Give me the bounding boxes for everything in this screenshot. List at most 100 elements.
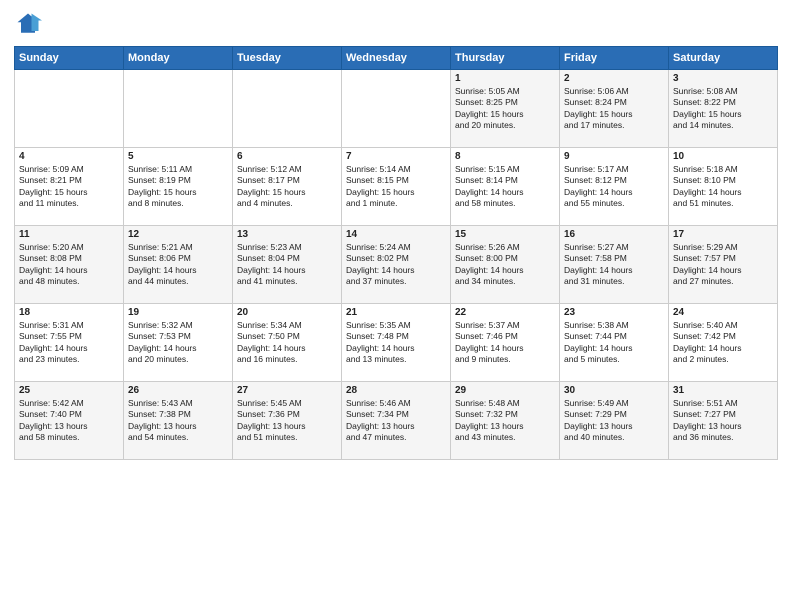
week-row-1: 1 Sunrise: 5:05 AM Sunset: 8:25 PM Daylig… [15,70,778,148]
day-number: 18 [19,307,119,318]
day-number: 4 [19,151,119,162]
day-info: Sunrise: 5:11 AM Sunset: 8:19 PM Dayligh… [128,164,228,210]
day-info: Sunrise: 5:51 AM Sunset: 7:27 PM Dayligh… [673,398,773,444]
day-info: Sunrise: 5:26 AM Sunset: 8:00 PM Dayligh… [455,242,555,288]
day-number: 15 [455,229,555,240]
day-number: 17 [673,229,773,240]
day-cell: 8 Sunrise: 5:15 AM Sunset: 8:14 PM Daylig… [451,148,560,226]
day-info: Sunrise: 5:06 AM Sunset: 8:24 PM Dayligh… [564,86,664,132]
day-info: Sunrise: 5:27 AM Sunset: 7:58 PM Dayligh… [564,242,664,288]
week-row-5: 25 Sunrise: 5:42 AM Sunset: 7:40 PM Dayli… [15,382,778,460]
day-info: Sunrise: 5:35 AM Sunset: 7:48 PM Dayligh… [346,320,446,366]
day-number: 16 [564,229,664,240]
day-info: Sunrise: 5:29 AM Sunset: 7:57 PM Dayligh… [673,242,773,288]
day-cell: 1 Sunrise: 5:05 AM Sunset: 8:25 PM Daylig… [451,70,560,148]
day-number: 11 [19,229,119,240]
day-number: 10 [673,151,773,162]
day-number: 2 [564,73,664,84]
day-number: 3 [673,73,773,84]
day-info: Sunrise: 5:05 AM Sunset: 8:25 PM Dayligh… [455,86,555,132]
day-number: 30 [564,385,664,396]
day-cell: 25 Sunrise: 5:42 AM Sunset: 7:40 PM Dayli… [15,382,124,460]
col-header-saturday: Saturday [669,47,778,70]
day-number: 20 [237,307,337,318]
day-number: 9 [564,151,664,162]
week-row-3: 11 Sunrise: 5:20 AM Sunset: 8:08 PM Dayli… [15,226,778,304]
day-cell: 2 Sunrise: 5:06 AM Sunset: 8:24 PM Daylig… [560,70,669,148]
day-cell: 15 Sunrise: 5:26 AM Sunset: 8:00 PM Dayli… [451,226,560,304]
day-info: Sunrise: 5:49 AM Sunset: 7:29 PM Dayligh… [564,398,664,444]
header-row: SundayMondayTuesdayWednesdayThursdayFrid… [15,47,778,70]
day-cell: 3 Sunrise: 5:08 AM Sunset: 8:22 PM Daylig… [669,70,778,148]
col-header-monday: Monday [124,47,233,70]
day-number: 19 [128,307,228,318]
day-cell: 29 Sunrise: 5:48 AM Sunset: 7:32 PM Dayli… [451,382,560,460]
day-number: 8 [455,151,555,162]
day-number: 27 [237,385,337,396]
day-info: Sunrise: 5:43 AM Sunset: 7:38 PM Dayligh… [128,398,228,444]
day-info: Sunrise: 5:15 AM Sunset: 8:14 PM Dayligh… [455,164,555,210]
day-cell [15,70,124,148]
day-number: 1 [455,73,555,84]
day-cell [124,70,233,148]
day-info: Sunrise: 5:17 AM Sunset: 8:12 PM Dayligh… [564,164,664,210]
day-cell: 14 Sunrise: 5:24 AM Sunset: 8:02 PM Dayli… [342,226,451,304]
day-cell: 27 Sunrise: 5:45 AM Sunset: 7:36 PM Dayli… [233,382,342,460]
week-row-4: 18 Sunrise: 5:31 AM Sunset: 7:55 PM Dayli… [15,304,778,382]
day-cell: 16 Sunrise: 5:27 AM Sunset: 7:58 PM Dayli… [560,226,669,304]
day-number: 25 [19,385,119,396]
day-cell: 30 Sunrise: 5:49 AM Sunset: 7:29 PM Dayli… [560,382,669,460]
day-number: 26 [128,385,228,396]
day-info: Sunrise: 5:20 AM Sunset: 8:08 PM Dayligh… [19,242,119,288]
day-info: Sunrise: 5:37 AM Sunset: 7:46 PM Dayligh… [455,320,555,366]
day-number: 6 [237,151,337,162]
day-info: Sunrise: 5:38 AM Sunset: 7:44 PM Dayligh… [564,320,664,366]
day-info: Sunrise: 5:24 AM Sunset: 8:02 PM Dayligh… [346,242,446,288]
day-number: 22 [455,307,555,318]
day-cell [233,70,342,148]
day-number: 14 [346,229,446,240]
day-cell: 4Sunrise: 5:09 AM Sunset: 8:21 PM Daylig… [15,148,124,226]
day-cell: 20 Sunrise: 5:34 AM Sunset: 7:50 PM Dayli… [233,304,342,382]
day-info: Sunrise: 5:21 AM Sunset: 8:06 PM Dayligh… [128,242,228,288]
day-info: Sunrise: 5:23 AM Sunset: 8:04 PM Dayligh… [237,242,337,288]
day-number: 24 [673,307,773,318]
day-info: Sunrise: 5:31 AM Sunset: 7:55 PM Dayligh… [19,320,119,366]
day-info: Sunrise: 5:42 AM Sunset: 7:40 PM Dayligh… [19,398,119,444]
col-header-friday: Friday [560,47,669,70]
day-number: 12 [128,229,228,240]
logo-icon [14,10,42,38]
day-info: Sunrise: 5:08 AM Sunset: 8:22 PM Dayligh… [673,86,773,132]
day-info: Sunrise: 5:48 AM Sunset: 7:32 PM Dayligh… [455,398,555,444]
week-row-2: 4Sunrise: 5:09 AM Sunset: 8:21 PM Daylig… [15,148,778,226]
day-number: 21 [346,307,446,318]
day-info: Sunrise: 5:32 AM Sunset: 7:53 PM Dayligh… [128,320,228,366]
col-header-sunday: Sunday [15,47,124,70]
day-cell: 10Sunrise: 5:18 AM Sunset: 8:10 PM Dayli… [669,148,778,226]
logo [14,10,46,38]
day-number: 23 [564,307,664,318]
page: SundayMondayTuesdayWednesdayThursdayFrid… [0,0,792,612]
day-cell: 6 Sunrise: 5:12 AM Sunset: 8:17 PM Daylig… [233,148,342,226]
day-cell: 17 Sunrise: 5:29 AM Sunset: 7:57 PM Dayli… [669,226,778,304]
day-cell: 23 Sunrise: 5:38 AM Sunset: 7:44 PM Dayli… [560,304,669,382]
day-number: 29 [455,385,555,396]
day-cell: 31 Sunrise: 5:51 AM Sunset: 7:27 PM Dayli… [669,382,778,460]
day-cell: 9 Sunrise: 5:17 AM Sunset: 8:12 PM Daylig… [560,148,669,226]
header [14,10,778,38]
day-cell: 7Sunrise: 5:14 AM Sunset: 8:15 PM Daylig… [342,148,451,226]
day-info: Sunrise: 5:40 AM Sunset: 7:42 PM Dayligh… [673,320,773,366]
day-number: 31 [673,385,773,396]
col-header-tuesday: Tuesday [233,47,342,70]
day-cell: 13Sunrise: 5:23 AM Sunset: 8:04 PM Dayli… [233,226,342,304]
day-cell: 19 Sunrise: 5:32 AM Sunset: 7:53 PM Dayli… [124,304,233,382]
day-info: Sunrise: 5:12 AM Sunset: 8:17 PM Dayligh… [237,164,337,210]
day-info: Sunrise: 5:14 AM Sunset: 8:15 PM Dayligh… [346,164,446,210]
day-info: Sunrise: 5:45 AM Sunset: 7:36 PM Dayligh… [237,398,337,444]
day-cell: 26 Sunrise: 5:43 AM Sunset: 7:38 PM Dayli… [124,382,233,460]
col-header-thursday: Thursday [451,47,560,70]
day-info: Sunrise: 5:34 AM Sunset: 7:50 PM Dayligh… [237,320,337,366]
day-number: 28 [346,385,446,396]
day-cell: 12 Sunrise: 5:21 AM Sunset: 8:06 PM Dayli… [124,226,233,304]
col-header-wednesday: Wednesday [342,47,451,70]
